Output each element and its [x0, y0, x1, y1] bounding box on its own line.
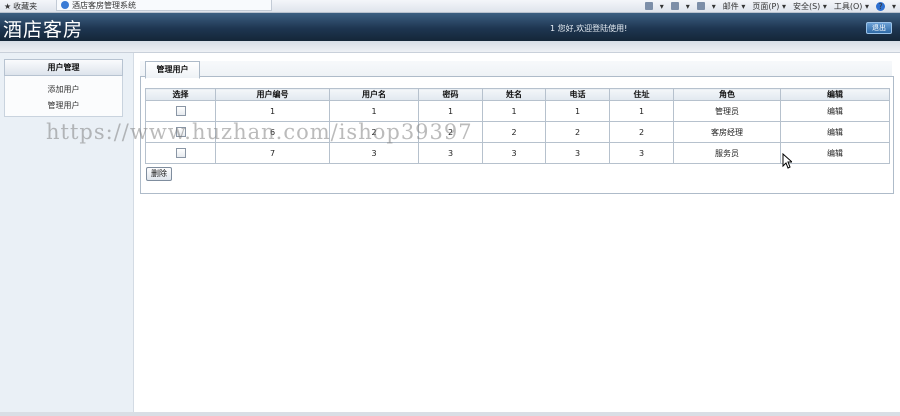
sidebar-item-add-user[interactable]: 添加用户: [5, 84, 122, 95]
row-checkbox[interactable]: [175, 148, 186, 158]
row-checkbox[interactable]: [175, 106, 186, 116]
tab-manage-users[interactable]: 管理用户: [145, 61, 200, 79]
ie-page-icon: [61, 1, 69, 9]
status-strip: [0, 412, 900, 416]
app-title: 酒店客房: [3, 19, 84, 41]
column-header-name: 姓名: [482, 88, 546, 101]
welcome-message: 1 您好,欢迎登陆使用!: [550, 24, 628, 33]
column-header-user-id: 用户编号: [215, 88, 330, 101]
address-cell: 2: [609, 121, 674, 143]
column-header-select: 选择: [145, 88, 216, 101]
star-icon: ★: [4, 1, 12, 11]
phone-cell: 3: [545, 142, 610, 164]
mail-menu[interactable]: 邮件 ▾: [723, 1, 746, 12]
phone-cell: 2: [545, 121, 610, 143]
address-cell: 1: [609, 100, 674, 122]
role-cell: 服务员: [673, 142, 781, 164]
table-header-row: 选择 用户编号 用户名 密码 姓名 电话 住址 角色 编辑: [145, 88, 890, 101]
edit-link[interactable]: 编辑: [780, 142, 890, 164]
column-header-username: 用户名: [329, 88, 419, 101]
delete-button[interactable]: 删除: [146, 167, 172, 181]
logout-button[interactable]: 退出: [866, 22, 892, 34]
row-select-cell: [145, 142, 216, 164]
print-icon[interactable]: [696, 2, 705, 10]
column-header-edit: 编辑: [780, 88, 890, 101]
user-id-cell: 1: [215, 100, 330, 122]
browser-tab[interactable]: 酒店客房管理系统: [56, 0, 272, 11]
watermark: https://www.huzhan.com/ishop39397: [46, 120, 473, 144]
home-dropdown[interactable]: ▾: [660, 2, 664, 11]
print-dropdown[interactable]: ▾: [712, 2, 716, 11]
phone-cell: 1: [545, 100, 610, 122]
password-cell: 3: [418, 142, 483, 164]
browser-command-bar: ▾ ▾ ▾ 邮件 ▾ 页面(P) ▾ 安全(S) ▾ 工具(O) ▾ ? ▾: [644, 0, 896, 12]
sidebar-menu: 添加用户 管理用户: [4, 76, 123, 117]
edit-link[interactable]: 编辑: [780, 100, 890, 122]
app-header: 酒店客房 1 您好,欢迎登陆使用! 退出: [0, 13, 900, 41]
help-dropdown[interactable]: ▾: [892, 2, 896, 11]
browser-tab-title: 酒店客房管理系统: [72, 0, 136, 10]
column-header-phone: 电话: [545, 88, 610, 101]
favorites-button[interactable]: ★ 收藏夹: [4, 0, 37, 12]
sidebar-section-user-management[interactable]: 用户管理: [4, 59, 123, 76]
column-header-address: 住址: [609, 88, 674, 101]
username-cell: 3: [329, 142, 419, 164]
username-cell: 1: [329, 100, 419, 122]
name-cell: 3: [482, 142, 546, 164]
name-cell: 2: [482, 121, 546, 143]
table-row: 1 1 1 1 1 1 管理员 编辑: [145, 100, 890, 122]
row-select-cell: [145, 100, 216, 122]
table-row: 7 3 3 3 3 3 服务员 编辑: [145, 142, 890, 164]
browser-toolbar: ★ 收藏夹 酒店客房管理系统 ▾ ▾ ▾ 邮件 ▾ 页面(P) ▾ 安全(S) …: [0, 0, 900, 13]
feeds-dropdown[interactable]: ▾: [686, 2, 690, 11]
home-icon[interactable]: [644, 2, 653, 10]
password-cell: 1: [418, 100, 483, 122]
edit-link[interactable]: 编辑: [780, 121, 890, 143]
feeds-icon[interactable]: [670, 2, 679, 10]
sidebar-item-manage-users[interactable]: 管理用户: [5, 100, 122, 111]
header-sub-band: [0, 41, 900, 53]
mouse-pointer-icon: [782, 153, 792, 169]
favorites-label: 收藏夹: [13, 1, 38, 11]
user-id-cell: 7: [215, 142, 330, 164]
column-header-password: 密码: [418, 88, 483, 101]
sidebar: 用户管理 添加用户 管理用户: [0, 53, 134, 413]
role-cell: 管理员: [673, 100, 781, 122]
safety-menu[interactable]: 安全(S) ▾: [793, 1, 827, 12]
name-cell: 1: [482, 100, 546, 122]
tools-menu[interactable]: 工具(O) ▾: [834, 1, 869, 12]
column-header-role: 角色: [673, 88, 781, 101]
role-cell: 客房经理: [673, 121, 781, 143]
page-menu[interactable]: 页面(P) ▾: [752, 1, 786, 12]
address-cell: 3: [609, 142, 674, 164]
help-icon[interactable]: ?: [875, 1, 885, 11]
